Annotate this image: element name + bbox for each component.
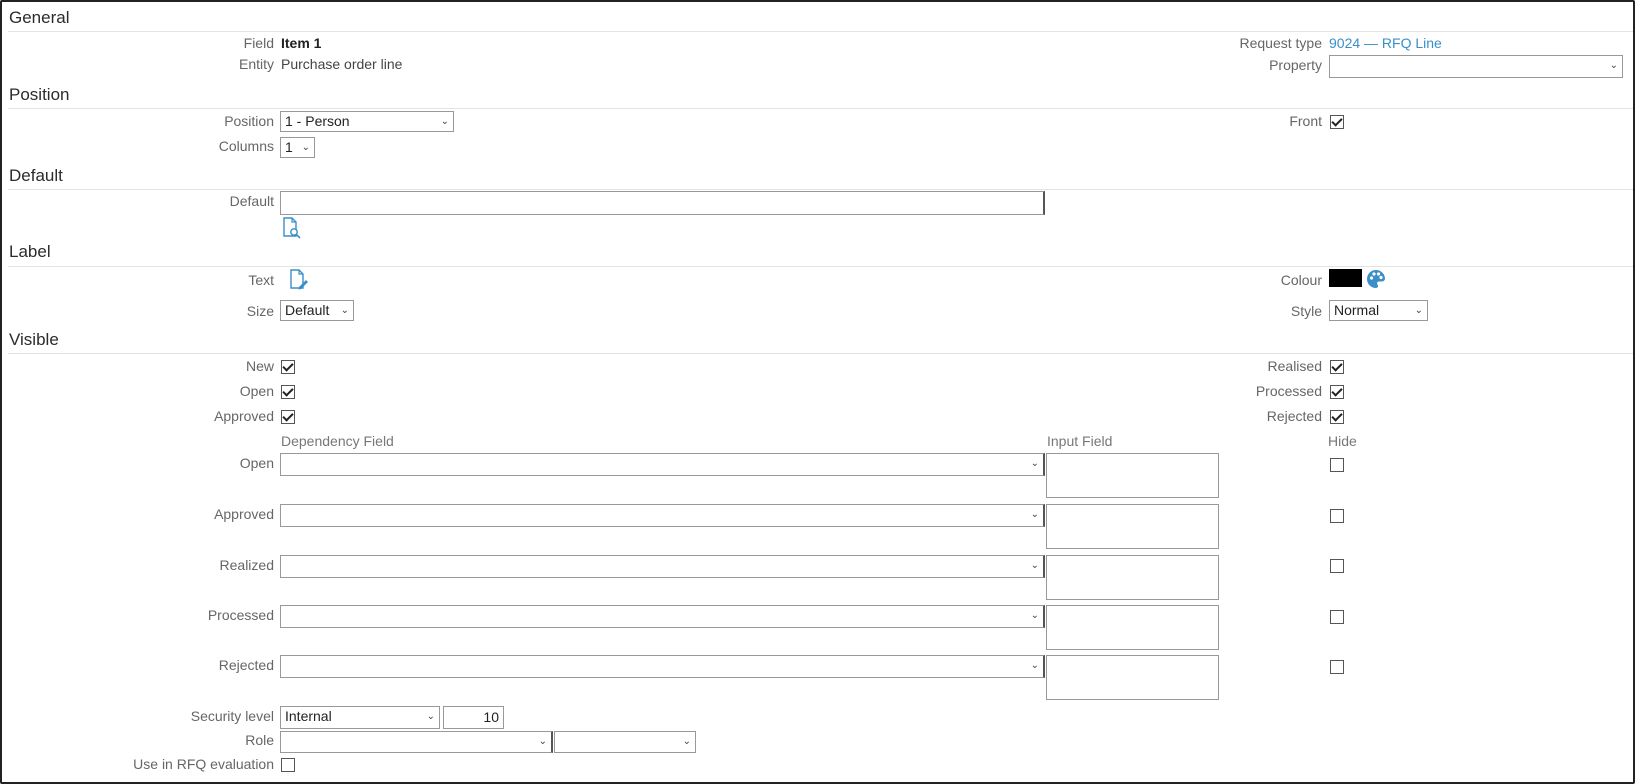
section-divider	[8, 189, 1633, 190]
security-level-select[interactable]: Internal ⌄	[280, 706, 440, 729]
chevron-down-icon: ⌄	[1030, 509, 1039, 520]
approved-label: Approved	[214, 408, 274, 424]
chevron-down-icon: ⌄	[1414, 305, 1423, 316]
property-label: Property	[1269, 57, 1322, 73]
chevron-down-icon: ⌄	[340, 305, 349, 316]
dep-row-label: Realized	[219, 557, 274, 573]
dep-row-label: Rejected	[218, 657, 274, 673]
document-edit-icon[interactable]	[288, 269, 310, 291]
style-select-value: Normal	[1334, 302, 1380, 318]
dependency-select[interactable]: ⌄	[280, 453, 1045, 476]
position-select-value: 1 - Person	[285, 113, 350, 129]
hide-header: Hide	[1328, 433, 1357, 449]
front-checkbox[interactable]	[1330, 115, 1344, 129]
chevron-down-icon: ⌄	[682, 736, 691, 747]
request-type-label: Request type	[1239, 35, 1323, 51]
use-in-rfq-evaluation-label: Use in RFQ evaluation	[133, 756, 274, 772]
dependency-select[interactable]: ⌄	[280, 555, 1045, 578]
realised-label: Realised	[1267, 358, 1322, 374]
request-type-link[interactable]: 9024 — RFQ Line	[1329, 35, 1442, 51]
position-label: Position	[224, 113, 274, 129]
security-level-number-input[interactable]: 10	[443, 706, 504, 729]
palette-icon[interactable]	[1366, 269, 1386, 289]
chevron-down-icon: ⌄	[538, 736, 547, 747]
dep-row-label: Open	[239, 455, 274, 471]
default-label: Default	[229, 193, 274, 209]
size-select-value: Default	[285, 302, 330, 318]
open-label: Open	[239, 383, 274, 399]
hide-checkbox[interactable]	[1330, 458, 1344, 472]
dependency-input-field[interactable]	[1046, 655, 1219, 700]
use-in-rfq-evaluation-checkbox[interactable]	[281, 758, 295, 772]
processed-label: Processed	[1255, 383, 1322, 399]
realised-checkbox[interactable]	[1330, 360, 1344, 374]
chevron-down-icon: ⌄	[1030, 560, 1039, 571]
entity-value: Purchase order line	[281, 56, 403, 72]
approved-checkbox[interactable]	[281, 410, 295, 424]
chevron-down-icon: ⌄	[1030, 660, 1039, 671]
field-value: Item 1	[281, 35, 322, 51]
chevron-down-icon: ⌄	[440, 116, 449, 127]
new-label: New	[245, 358, 274, 374]
columns-select-value: 1	[285, 139, 293, 155]
section-divider	[8, 108, 1633, 109]
hide-checkbox[interactable]	[1330, 610, 1344, 624]
dependency-select[interactable]: ⌄	[280, 504, 1045, 527]
size-select[interactable]: Default ⌄	[280, 300, 354, 321]
dep-row-label: Approved	[214, 506, 274, 522]
columns-label: Columns	[218, 138, 274, 154]
field-label: Field	[243, 35, 274, 51]
chevron-down-icon: ⌄	[1030, 458, 1039, 469]
hide-checkbox[interactable]	[1330, 509, 1344, 523]
role-select[interactable]: ⌄	[280, 731, 553, 753]
style-label: Style	[1290, 303, 1322, 319]
position-select[interactable]: 1 - Person ⌄	[280, 111, 454, 132]
document-search-icon[interactable]	[281, 217, 303, 239]
security-level-value: Internal	[285, 708, 332, 724]
chevron-down-icon: ⌄	[426, 711, 435, 722]
dependency-input-field[interactable]	[1046, 453, 1219, 498]
dependency-select[interactable]: ⌄	[280, 605, 1045, 628]
processed-checkbox[interactable]	[1330, 385, 1344, 399]
input-field-header: Input Field	[1047, 433, 1113, 449]
rejected-label: Rejected	[1266, 408, 1322, 424]
section-divider	[8, 353, 1633, 354]
rejected-checkbox[interactable]	[1330, 410, 1344, 424]
chevron-down-icon: ⌄	[301, 142, 310, 153]
section-visible-title: Visible	[9, 330, 59, 349]
dependency-input-field[interactable]	[1046, 504, 1219, 549]
role-secondary-select[interactable]: ⌄	[554, 731, 696, 753]
colour-label: Colour	[1280, 272, 1322, 288]
security-level-label: Security level	[190, 708, 274, 724]
entity-label: Entity	[238, 56, 274, 72]
section-label-title: Label	[9, 242, 51, 261]
dep-row-label: Processed	[207, 607, 274, 623]
new-checkbox[interactable]	[281, 360, 295, 374]
colour-swatch[interactable]	[1329, 269, 1362, 287]
columns-select[interactable]: 1 ⌄	[280, 137, 315, 158]
chevron-down-icon: ⌄	[1030, 610, 1039, 621]
dependency-select[interactable]: ⌄	[280, 655, 1045, 678]
section-default-title: Default	[9, 166, 63, 185]
open-checkbox[interactable]	[281, 385, 295, 399]
text-label: Text	[248, 272, 274, 288]
hide-checkbox[interactable]	[1330, 660, 1344, 674]
front-label: Front	[1289, 113, 1322, 129]
dependency-input-field[interactable]	[1046, 555, 1219, 600]
dependency-field-header: Dependency Field	[281, 433, 394, 449]
section-divider	[8, 266, 1633, 267]
chevron-down-icon: ⌄	[1609, 60, 1618, 71]
form-frame: General Field Item 1 Entity Purchase ord…	[0, 0, 1635, 784]
size-label: Size	[246, 303, 274, 319]
role-label: Role	[245, 732, 274, 748]
hide-checkbox[interactable]	[1330, 559, 1344, 573]
default-input[interactable]	[280, 191, 1045, 215]
property-select[interactable]: ⌄	[1329, 55, 1623, 78]
section-divider	[8, 31, 1633, 32]
section-general-title: General	[9, 8, 70, 27]
section-position-title: Position	[9, 85, 70, 104]
style-select[interactable]: Normal ⌄	[1329, 300, 1428, 321]
dependency-input-field[interactable]	[1046, 605, 1219, 650]
